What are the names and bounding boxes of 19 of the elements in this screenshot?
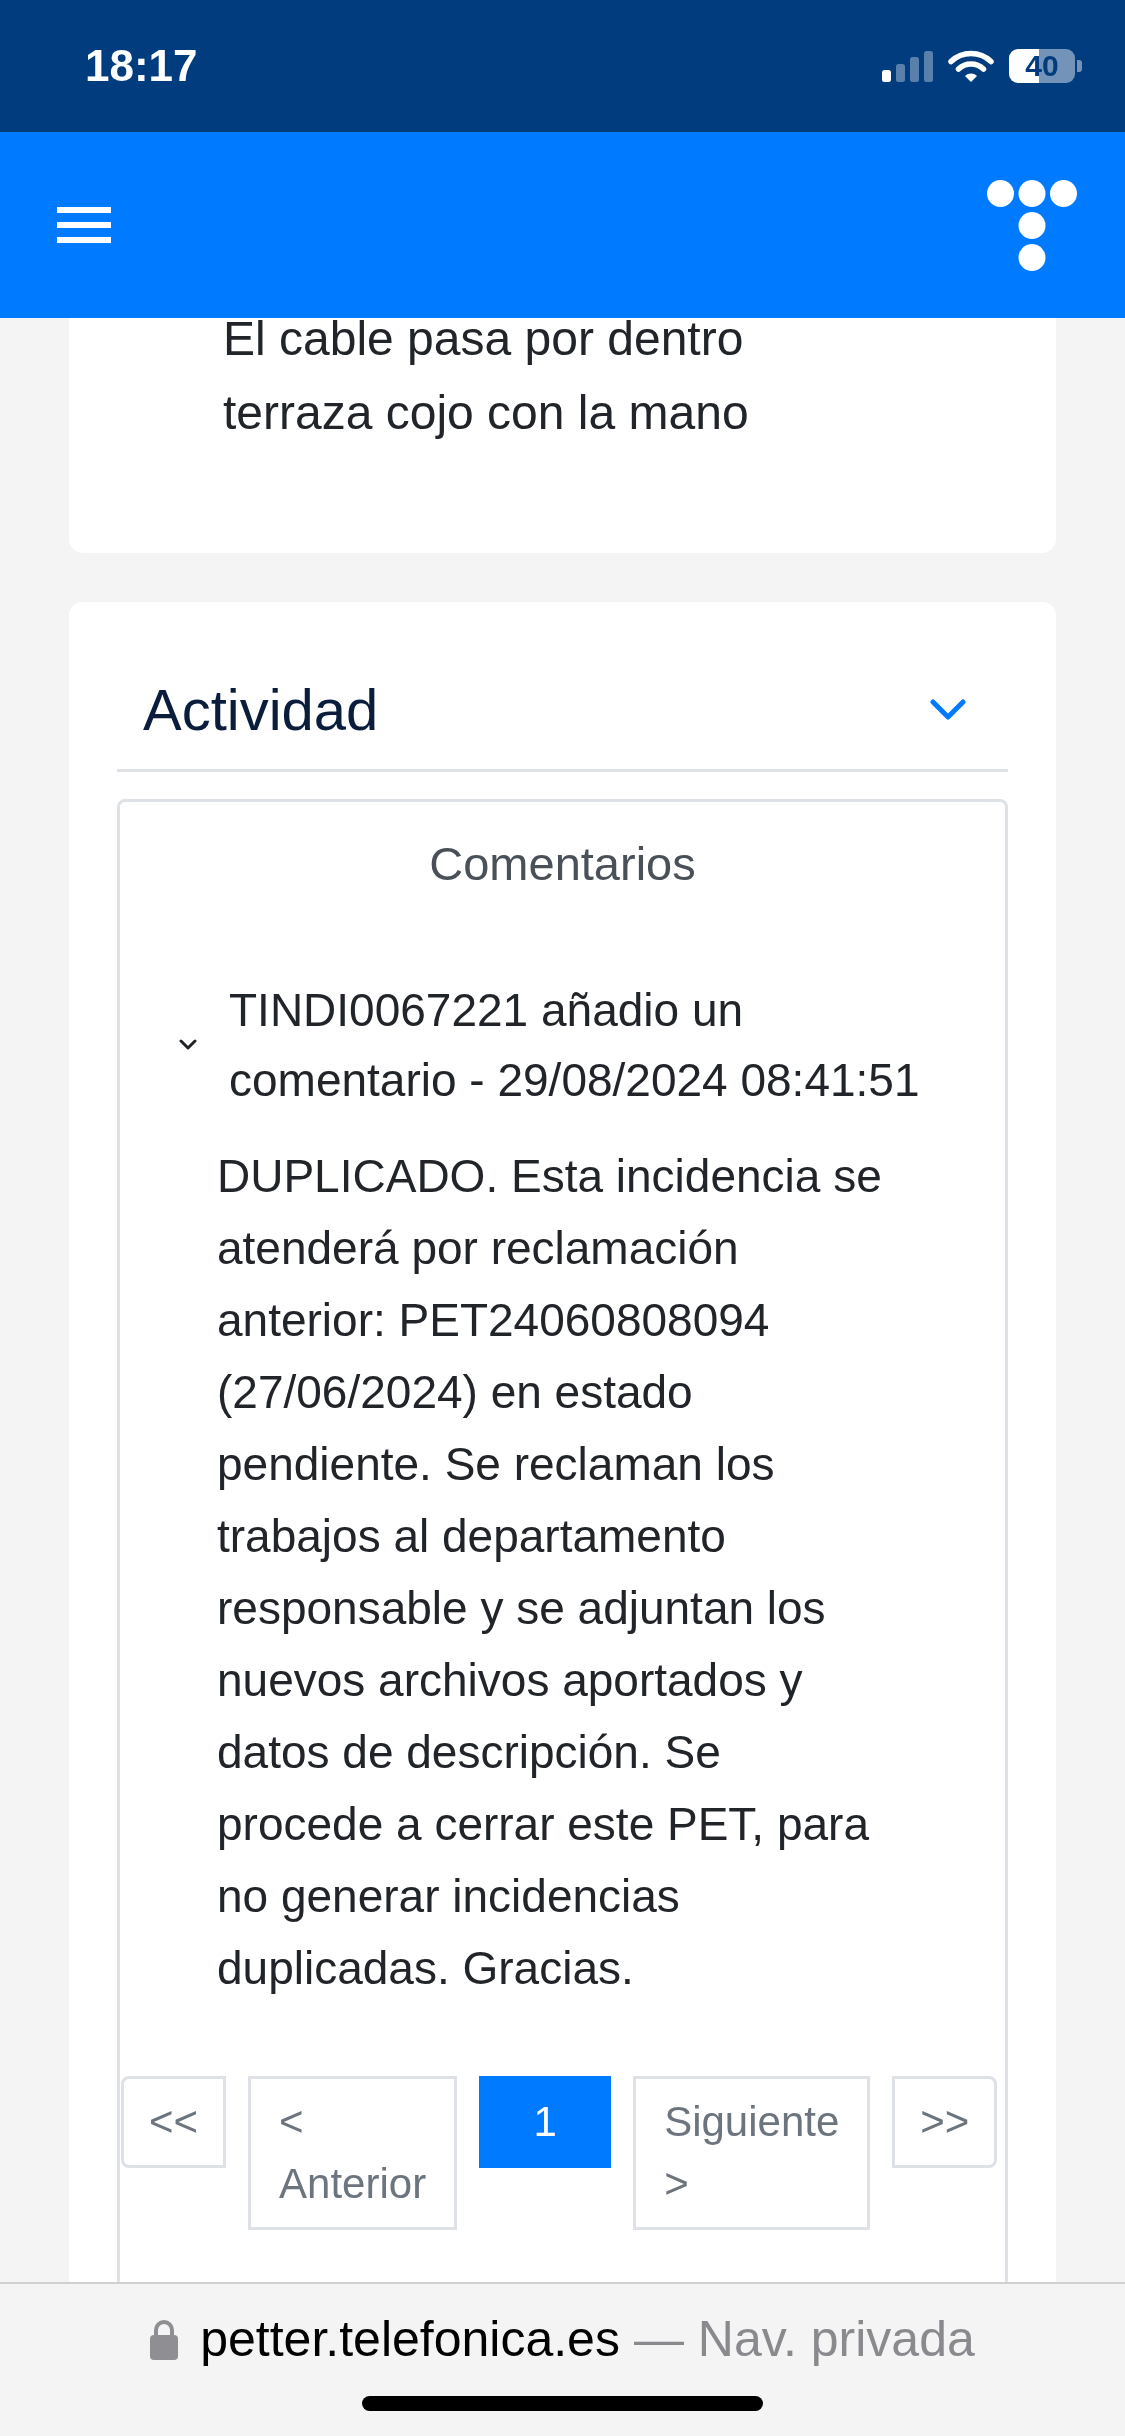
page-number-button[interactable]: 1 [479,2076,612,2168]
logo-icon[interactable] [987,179,1077,271]
signal-icon [882,50,933,82]
private-browsing-label: — Nav. privada [633,2310,975,2369]
previous-page-button[interactable]: < Anterior [248,2076,458,2230]
wifi-icon [948,49,994,83]
chevron-icon[interactable] [179,1039,197,1051]
next-page-button[interactable]: Siguiente > [633,2076,871,2230]
comment-author-line: TINDI0067221 añadio un comentario - 29/08/2024 08:41:51 [229,983,921,1108]
section-title: Actividad [143,676,379,744]
lock-icon [150,2318,179,2360]
description-text: El cable pasa por dentro terraza cojo con la mano [223,318,750,441]
first-page-button[interactable]: << [121,2076,227,2168]
menu-icon[interactable] [57,207,111,243]
url-domain[interactable]: petter.telefonica.es [200,2309,620,2369]
comments-title: Comentarios [429,835,696,892]
status-time: 18:17 [85,41,198,91]
comment-text: DUPLICADO. Esta incidencia se atenderá por reclamación anterior: PET24060808094 (27/06/2024) en estado pendiente. Se reclaman los trabajos al departamento responsable y se adjuntan los nuevos archivos aportados y datos de descripción. Se procede a cerrar este PET, para no generar incidencias duplicadas. Gracias. [217,1149,883,1996]
last-page-button[interactable]: >> [892,2076,998,2168]
